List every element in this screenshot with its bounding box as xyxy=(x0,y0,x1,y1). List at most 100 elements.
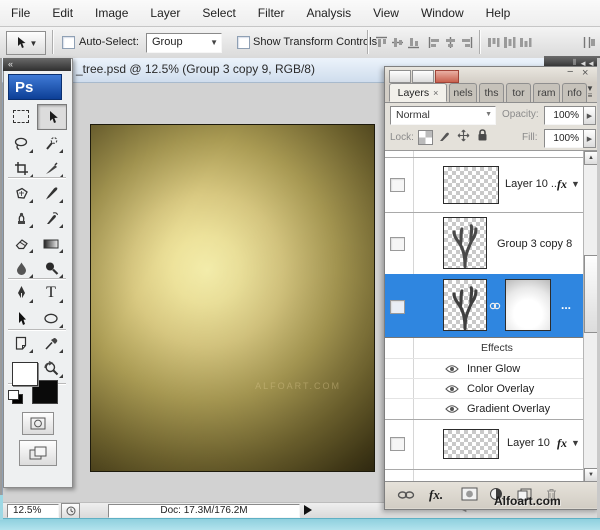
fx-badge[interactable]: fx xyxy=(557,177,567,192)
align-right-edges-icon[interactable] xyxy=(460,36,473,49)
fx-badge[interactable]: fx xyxy=(557,436,567,451)
visibility-toggle[interactable] xyxy=(390,178,405,192)
layer-thumbnail[interactable] xyxy=(443,166,499,204)
menu-analysis[interactable]: Analysis xyxy=(295,0,362,26)
fx-collapse-icon[interactable]: ▼ xyxy=(571,179,580,189)
eye-icon[interactable] xyxy=(445,364,459,374)
link-layers-icon[interactable] xyxy=(397,490,415,500)
tab-close-icon[interactable]: × xyxy=(433,88,438,98)
effect-row-inner-glow[interactable]: Inner Glow xyxy=(385,358,585,379)
eyedropper-tool[interactable] xyxy=(37,331,65,355)
tab-history[interactable]: tor xyxy=(506,83,531,102)
menu-view[interactable]: View xyxy=(362,0,410,26)
auto-select-dropdown[interactable]: Group ▼ xyxy=(146,33,222,53)
layer-name[interactable]: Layer 10 xyxy=(507,437,550,449)
menu-image[interactable]: Image xyxy=(84,0,139,26)
panel-minimize-icon[interactable]: − xyxy=(567,66,573,78)
swap-colors-icon[interactable] xyxy=(42,360,56,372)
gradient-tool[interactable] xyxy=(37,231,65,255)
doc-restore-button[interactable] xyxy=(412,70,434,83)
move-tool[interactable] xyxy=(37,104,67,130)
status-menu-arrow-icon[interactable] xyxy=(304,505,312,515)
align-vertical-centers-icon[interactable] xyxy=(391,36,404,49)
effect-row-color-overlay[interactable]: Color Overlay xyxy=(385,378,585,399)
panel-close-icon[interactable]: × xyxy=(582,67,588,79)
menu-window[interactable]: Window xyxy=(410,0,475,26)
visibility-toggle[interactable] xyxy=(390,237,405,251)
doc-close-button[interactable] xyxy=(435,70,459,83)
lasso-tool[interactable] xyxy=(7,131,35,155)
zoom-level-field[interactable]: 12.5% xyxy=(7,504,59,518)
tab-paths[interactable]: ths xyxy=(479,83,504,102)
layer-row[interactable]: Group 3 copy 8 xyxy=(385,212,584,275)
canvas[interactable]: ALFOART.COM xyxy=(90,124,375,472)
scroll-up-arrow[interactable]: ▲ xyxy=(584,151,597,165)
menu-layer[interactable]: Layer xyxy=(139,0,191,26)
doc-minimize-button[interactable] xyxy=(389,70,411,83)
visibility-toggle[interactable] xyxy=(390,300,405,314)
status-clock-button[interactable] xyxy=(61,503,80,519)
layers-scrollbar[interactable]: ▲ ▼ xyxy=(583,151,597,481)
add-layer-style-icon[interactable]: fx. xyxy=(429,487,443,503)
layer-name[interactable]: Group 3 copy 8 xyxy=(497,238,572,250)
lock-pixels-icon[interactable] xyxy=(438,129,452,143)
type-tool[interactable]: T xyxy=(37,281,65,305)
brush-tool[interactable] xyxy=(37,181,65,205)
screen-mode-button[interactable] xyxy=(19,440,57,466)
scrollbar-thumb[interactable] xyxy=(584,255,597,333)
show-transform-controls-checkbox[interactable] xyxy=(237,36,250,49)
clone-stamp-tool[interactable] xyxy=(7,206,35,230)
auto-select-checkbox[interactable] xyxy=(62,36,75,49)
add-layer-mask-icon[interactable] xyxy=(461,487,478,501)
effect-row-gradient-overlay[interactable]: Gradient Overlay xyxy=(385,398,585,420)
tool-palette-header[interactable]: « xyxy=(3,58,71,71)
ellipse-shape-tool[interactable] xyxy=(37,306,65,330)
move-tool-preset-button[interactable]: ▼ xyxy=(6,31,46,55)
menu-edit[interactable]: Edit xyxy=(41,0,84,26)
layer-thumbnail[interactable] xyxy=(443,279,487,331)
layer-row[interactable]: Layer 10 fx ▼ xyxy=(385,419,584,470)
layer-row[interactable]: Layer 10 ... fx ▼ xyxy=(385,158,584,213)
distribute-left-edges-icon[interactable] xyxy=(583,36,596,49)
blend-mode-dropdown[interactable]: Normal ▼ xyxy=(390,106,496,125)
tab-layers[interactable]: Layers × xyxy=(389,83,447,102)
visibility-toggle[interactable] xyxy=(390,437,405,451)
layer-thumbnail[interactable] xyxy=(443,429,499,459)
lock-transparency-icon[interactable] xyxy=(418,130,433,145)
lock-all-icon[interactable] xyxy=(476,128,489,142)
menu-file[interactable]: File xyxy=(0,0,41,26)
lock-position-icon[interactable] xyxy=(457,129,470,142)
rectangular-marquee-tool[interactable] xyxy=(7,104,35,128)
tab-channels[interactable]: nels xyxy=(449,83,477,102)
eraser-tool[interactable] xyxy=(7,231,35,255)
align-top-edges-icon[interactable] xyxy=(375,36,388,49)
mask-link-icon[interactable] xyxy=(489,300,501,312)
layer-row-selected[interactable]: ... xyxy=(385,274,584,338)
fx-collapse-icon[interactable]: ▼ xyxy=(571,438,580,448)
tab-histogram[interactable]: ram xyxy=(533,83,560,102)
fill-slider-arrow[interactable]: ▶ xyxy=(583,129,596,148)
dodge-tool[interactable] xyxy=(37,256,65,280)
menu-help[interactable]: Help xyxy=(475,0,522,26)
patch-tool[interactable] xyxy=(7,181,35,205)
path-selection-tool[interactable] xyxy=(7,306,35,330)
menu-filter[interactable]: Filter xyxy=(247,0,296,26)
opacity-field[interactable]: 100% xyxy=(544,106,584,125)
opacity-slider-arrow[interactable]: ▶ xyxy=(583,106,596,125)
distribute-vertical-centers-icon[interactable] xyxy=(503,36,516,49)
layer-name[interactable]: Layer 10 ... xyxy=(505,178,560,190)
panel-menu-icon[interactable]: ▼≡ xyxy=(583,85,597,99)
foreground-color-swatch[interactable] xyxy=(12,362,38,386)
history-brush-tool[interactable] xyxy=(37,206,65,230)
layer-thumbnail[interactable] xyxy=(443,217,487,269)
eye-icon[interactable] xyxy=(445,404,459,414)
eye-icon[interactable] xyxy=(445,384,459,394)
quick-selection-tool[interactable] xyxy=(37,131,65,155)
menu-select[interactable]: Select xyxy=(191,0,246,26)
scroll-down-arrow[interactable]: ▼ xyxy=(584,468,597,481)
align-bottom-edges-icon[interactable] xyxy=(407,36,420,49)
distribute-top-edges-icon[interactable] xyxy=(487,36,500,49)
align-left-edges-icon[interactable] xyxy=(428,36,441,49)
pen-tool[interactable] xyxy=(7,281,35,305)
distribute-bottom-edges-icon[interactable] xyxy=(519,36,532,49)
